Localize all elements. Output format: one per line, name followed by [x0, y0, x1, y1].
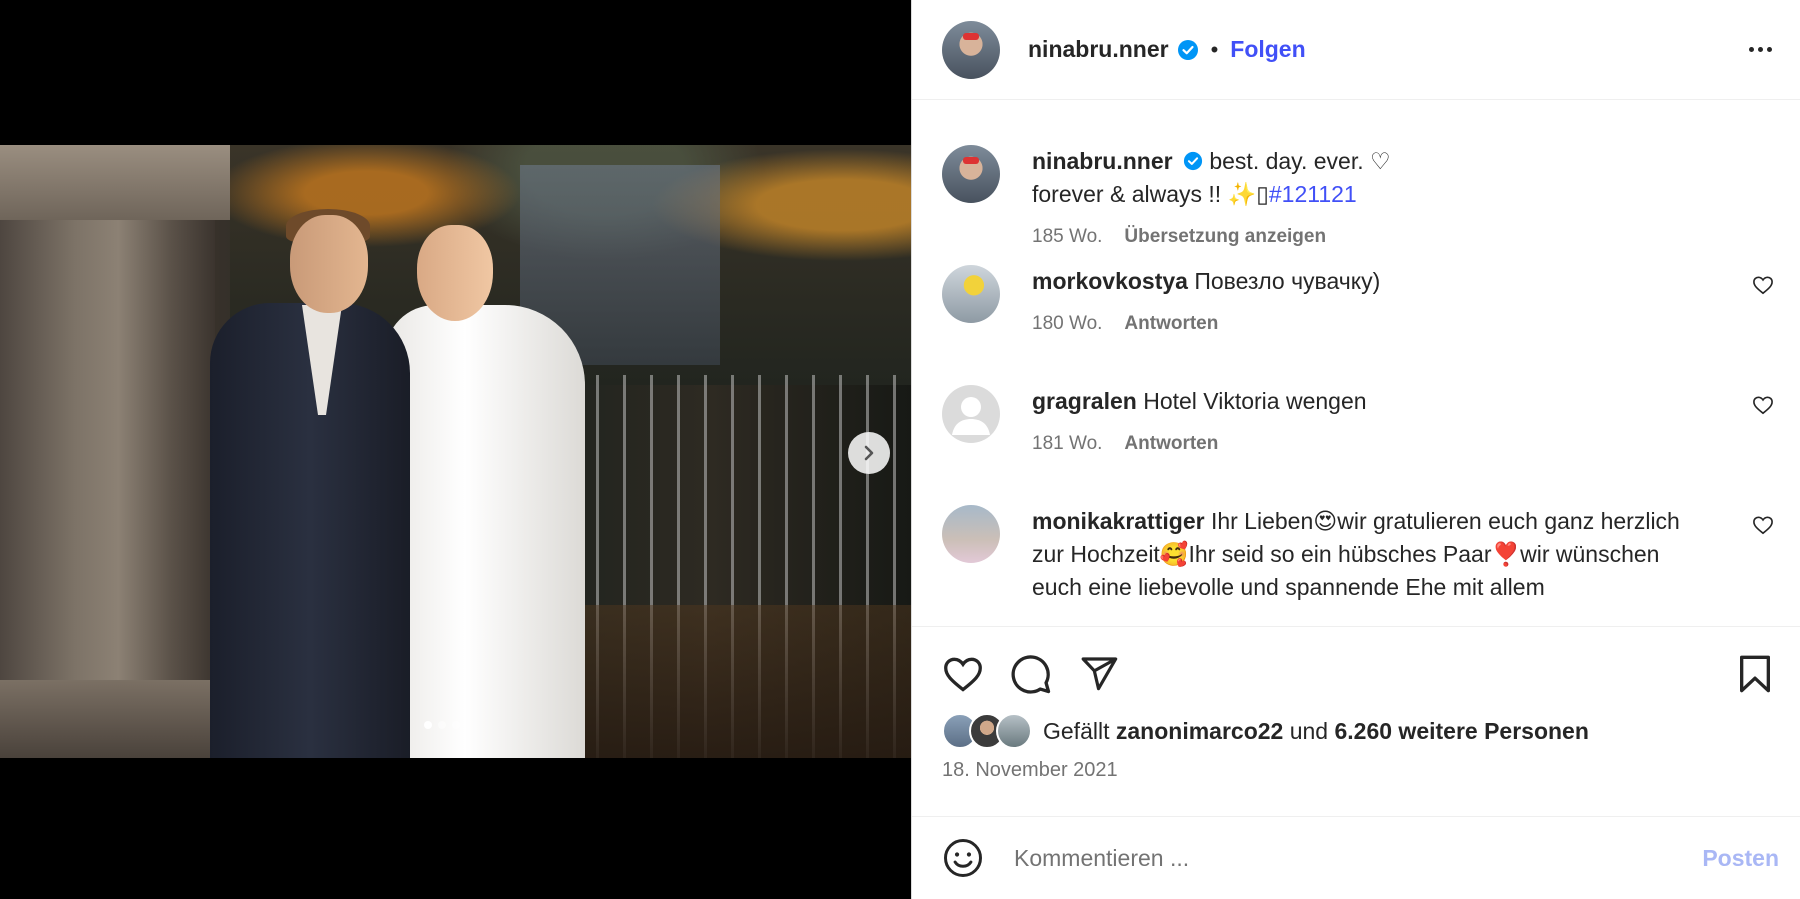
verified-icon: [1177, 39, 1198, 60]
comment-like-icon[interactable]: [1752, 275, 1774, 295]
post-date: 18. November 2021: [942, 759, 1118, 781]
more-options-button[interactable]: [1749, 47, 1772, 52]
carousel-next-button[interactable]: [848, 432, 890, 474]
likes-summary[interactable]: Gefällt zanonimarco22 und 6.260 weitere …: [942, 713, 1773, 749]
emoji-button[interactable]: [942, 837, 984, 879]
post-viewer: ninabru.nner • Folgen ninabru.nner best.…: [0, 0, 1800, 899]
likes-others[interactable]: 6.260 weitere Personen: [1334, 718, 1588, 745]
comment-composer: Posten: [912, 816, 1800, 899]
carousel-dots: [424, 721, 460, 729]
comment-button[interactable]: [1010, 653, 1052, 695]
hashtag-link[interactable]: #121121: [1269, 181, 1357, 207]
comment-icon: [1011, 655, 1051, 694]
comment-age: 181 Wo.: [1032, 433, 1103, 454]
comment-input[interactable]: [1014, 844, 1703, 872]
comment-item: gragralen Hotel Viktoria wengen 181 Wo. …: [942, 385, 1774, 460]
avatar[interactable]: [942, 265, 1000, 323]
comment-like-icon[interactable]: [1752, 515, 1774, 535]
avatar[interactable]: [942, 145, 1000, 203]
translate-link[interactable]: Übersetzung anzeigen: [1124, 220, 1326, 253]
post-comment-button[interactable]: Posten: [1702, 845, 1779, 872]
caption-text-line1: best. day. ever. ♡: [1209, 148, 1391, 174]
comment-username[interactable]: morkovkostya: [1032, 268, 1188, 294]
post-header: ninabru.nner • Folgen: [912, 0, 1800, 100]
media-panel: [0, 0, 911, 899]
avatar[interactable]: [942, 20, 1000, 79]
liker-avatar: [996, 713, 1032, 749]
carousel-dot: [438, 721, 446, 729]
like-button[interactable]: [942, 655, 984, 693]
comment-item: morkovkostya Повезло чувачку) 180 Wo. An…: [942, 265, 1774, 340]
avatar[interactable]: [942, 385, 1000, 443]
follow-button[interactable]: Folgen: [1230, 36, 1305, 63]
emoji-icon: [944, 839, 982, 877]
caption-username[interactable]: ninabru.nner: [1032, 148, 1173, 174]
likes-prefix: Gefällt: [1043, 717, 1110, 744]
chevron-right-icon: [864, 445, 874, 461]
post-photo[interactable]: [0, 145, 911, 758]
caption-text-line2: forever & always !! ✨▯: [1032, 181, 1269, 207]
verified-icon: [1183, 151, 1203, 171]
heart-icon: [944, 657, 982, 692]
post-actions: Gefällt zanonimarco22 und 6.260 weitere …: [912, 626, 1800, 782]
reply-button[interactable]: Antworten: [1124, 307, 1218, 340]
comments-list[interactable]: ninabru.nner best. day. ever. ♡ forever …: [912, 100, 1800, 626]
liker-username[interactable]: zanonimarco22: [1116, 718, 1283, 745]
save-button[interactable]: [1737, 654, 1773, 694]
reply-button[interactable]: Antworten: [1124, 427, 1218, 460]
avatar[interactable]: [942, 505, 1000, 563]
comment-age: 180 Wo.: [1032, 313, 1103, 334]
bookmark-icon: [1739, 655, 1770, 693]
comment-username[interactable]: monikakrattiger: [1032, 508, 1205, 534]
share-icon: [1081, 657, 1118, 691]
post-sidebar: ninabru.nner • Folgen ninabru.nner best.…: [911, 0, 1800, 899]
share-button[interactable]: [1078, 654, 1120, 694]
carousel-dot: [424, 721, 432, 729]
caption-age: 185 Wo.: [1032, 226, 1103, 247]
more-icon: [1749, 47, 1754, 52]
carousel-dot: [452, 721, 460, 729]
comment-text: Hotel Viktoria wengen: [1143, 388, 1367, 414]
comment-item: monikakrattiger Ihr Lieben😍wir gratulier…: [942, 505, 1774, 604]
likes-and: und: [1289, 717, 1329, 744]
comment-username[interactable]: gragralen: [1032, 388, 1137, 414]
caption: ninabru.nner best. day. ever. ♡ forever …: [942, 145, 1774, 253]
author-username[interactable]: ninabru.nner: [1028, 36, 1169, 63]
comment-like-icon[interactable]: [1752, 395, 1774, 415]
comment-text: Повезло чувачку): [1194, 268, 1381, 294]
default-avatar-icon: [952, 397, 990, 435]
separator: •: [1210, 36, 1219, 62]
